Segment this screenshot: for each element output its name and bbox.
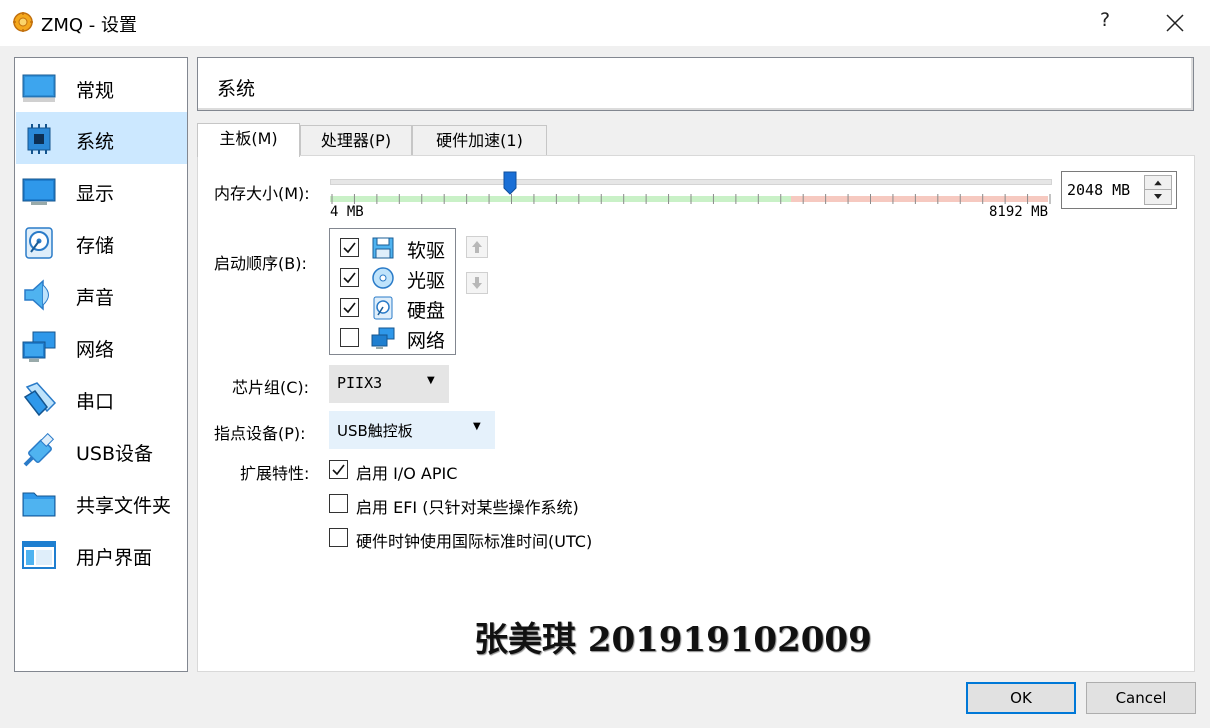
audio-speaker-icon (24, 279, 49, 311)
efi-option[interactable]: 启用 EFI (只针对某些操作系统) (329, 493, 629, 517)
boot-hard-disk-checkbox[interactable] (340, 298, 359, 317)
boot-network-checkbox[interactable] (340, 328, 359, 347)
boot-floppy-checkbox[interactable] (340, 238, 359, 257)
serial-port-icon (23, 382, 57, 417)
memory-spinbox[interactable]: 2048 MB (1061, 171, 1177, 209)
memory-slider-track[interactable] (330, 179, 1052, 185)
network-icon (22, 331, 56, 362)
ok-button[interactable]: OK (966, 682, 1076, 714)
hard-disk-icon (373, 296, 393, 320)
boot-item-label: 软驱 (407, 240, 446, 262)
move-up-button[interactable] (466, 236, 488, 258)
io-apic-text: 启用 I/O APIC (356, 464, 458, 483)
page-title: 系统 (217, 78, 256, 100)
boot-optical-checkbox[interactable] (340, 268, 359, 287)
section-header: 系统 (197, 57, 1194, 111)
memory-min-label: 4 MB (330, 204, 364, 220)
chevron-down-icon: ▼ (427, 375, 435, 386)
sidebar-item-label: 常规 (76, 80, 115, 102)
utc-clock-text: 硬件时钟使用国际标准时间(UTC) (356, 532, 593, 551)
sidebar-item-label: 串口 (76, 391, 115, 413)
arrow-up-icon (472, 241, 482, 253)
utc-clock-checkbox[interactable] (329, 528, 348, 547)
general-icon (22, 74, 56, 102)
optical-disc-icon (372, 267, 394, 289)
sidebar-item-general[interactable]: 常规 (16, 61, 187, 113)
memory-slider-handle[interactable] (503, 171, 517, 195)
spin-up-icon[interactable] (1145, 176, 1171, 190)
chevron-down-icon: ▼ (473, 421, 481, 432)
storage-disk-icon (25, 227, 53, 259)
sidebar-item-label: 共享文件夹 (76, 495, 172, 517)
sidebar-item-label: USB设备 (76, 443, 154, 465)
sidebar-item-serial-port[interactable]: 串口 (16, 372, 187, 424)
arrow-down-icon (472, 277, 482, 289)
sidebar-item-label: 声音 (76, 287, 115, 309)
sidebar-item-shared-folders[interactable]: 共享文件夹 (16, 476, 187, 528)
chipset-combobox[interactable]: PIIX3 ▼ (329, 365, 449, 403)
sidebar-item-user-interface[interactable]: 用户界面 (16, 528, 187, 580)
tab-acceleration[interactable]: 硬件加速(1) (412, 125, 547, 156)
tab-motherboard[interactable]: 主板(M) (197, 123, 300, 157)
boot-item-label: 硬盘 (407, 300, 446, 322)
close-icon[interactable] (1162, 10, 1188, 36)
sidebar-item-usb[interactable]: USB设备 (16, 424, 187, 476)
memory-label: 内存大小(M): (214, 184, 310, 203)
sidebar-item-label: 网络 (76, 339, 115, 361)
boot-item-label: 网络 (407, 330, 446, 352)
system-chip-icon (27, 124, 51, 154)
user-interface-icon (22, 541, 56, 569)
pointing-device-value: USB触控板 (337, 422, 413, 440)
efi-checkbox[interactable] (329, 494, 348, 513)
sidebar-item-label: 用户界面 (76, 547, 153, 569)
display-monitor-icon (22, 178, 56, 205)
boot-item-optical[interactable]: 光驱 (330, 263, 455, 293)
utc-clock-option[interactable]: 硬件时钟使用国际标准时间(UTC) (329, 527, 629, 551)
pointing-device-combobox[interactable]: USB触控板 ▼ (329, 411, 495, 449)
settings-sidebar: 常规 系统 显示 存储 声音 网络 串口 USB设备 共享文件夹 用户界面 (14, 57, 188, 672)
sidebar-item-storage[interactable]: 存储 (16, 216, 187, 268)
virtualbox-app-icon (13, 12, 33, 32)
sidebar-item-display[interactable]: 显示 (16, 164, 187, 216)
boot-item-label: 光驱 (407, 270, 446, 292)
sidebar-item-label: 存储 (76, 235, 115, 257)
usb-icon (23, 433, 55, 467)
tab-processor[interactable]: 处理器(P) (300, 125, 412, 156)
boot-order-list: 软驱 光驱 硬盘 网络 (329, 228, 456, 355)
sidebar-item-label: 显示 (76, 183, 115, 205)
network-icon (371, 327, 395, 349)
title-bar: ZMQ - 设置 ? (0, 0, 1210, 46)
sidebar-item-label: 系统 (76, 131, 115, 153)
move-down-button[interactable] (466, 272, 488, 294)
floppy-icon (372, 237, 394, 259)
chipset-value: PIIX3 (337, 374, 383, 392)
sidebar-item-network[interactable]: 网络 (16, 320, 187, 372)
memory-value: 2048 MB (1067, 181, 1131, 199)
boot-order-label: 启动顺序(B): (214, 254, 307, 273)
spin-down-icon[interactable] (1145, 190, 1171, 204)
io-apic-checkbox[interactable] (329, 460, 348, 479)
chipset-label: 芯片组(C): (232, 378, 310, 397)
io-apic-option[interactable]: 启用 I/O APIC (329, 459, 529, 483)
memory-spin-buttons (1144, 175, 1172, 205)
window-title: ZMQ - 设置 (41, 15, 137, 36)
extended-features-label: 扩展特性: (240, 464, 310, 483)
shared-folder-icon (22, 492, 56, 517)
author-watermark: 张美琪 201919102009 (474, 620, 872, 660)
pointing-device-label: 指点设备(P): (214, 424, 306, 443)
boot-item-hard-disk[interactable]: 硬盘 (330, 293, 455, 323)
sidebar-item-system[interactable]: 系统 (16, 112, 187, 164)
efi-text: 启用 EFI (只针对某些操作系统) (356, 498, 579, 517)
help-button[interactable]: ? (1093, 9, 1117, 35)
boot-item-floppy[interactable]: 软驱 (330, 233, 455, 263)
memory-slider-ticks (331, 194, 1051, 204)
boot-item-network[interactable]: 网络 (330, 323, 455, 353)
cancel-button[interactable]: Cancel (1086, 682, 1196, 714)
sidebar-item-audio[interactable]: 声音 (16, 268, 187, 320)
memory-max-label: 8192 MB (989, 204, 1049, 220)
